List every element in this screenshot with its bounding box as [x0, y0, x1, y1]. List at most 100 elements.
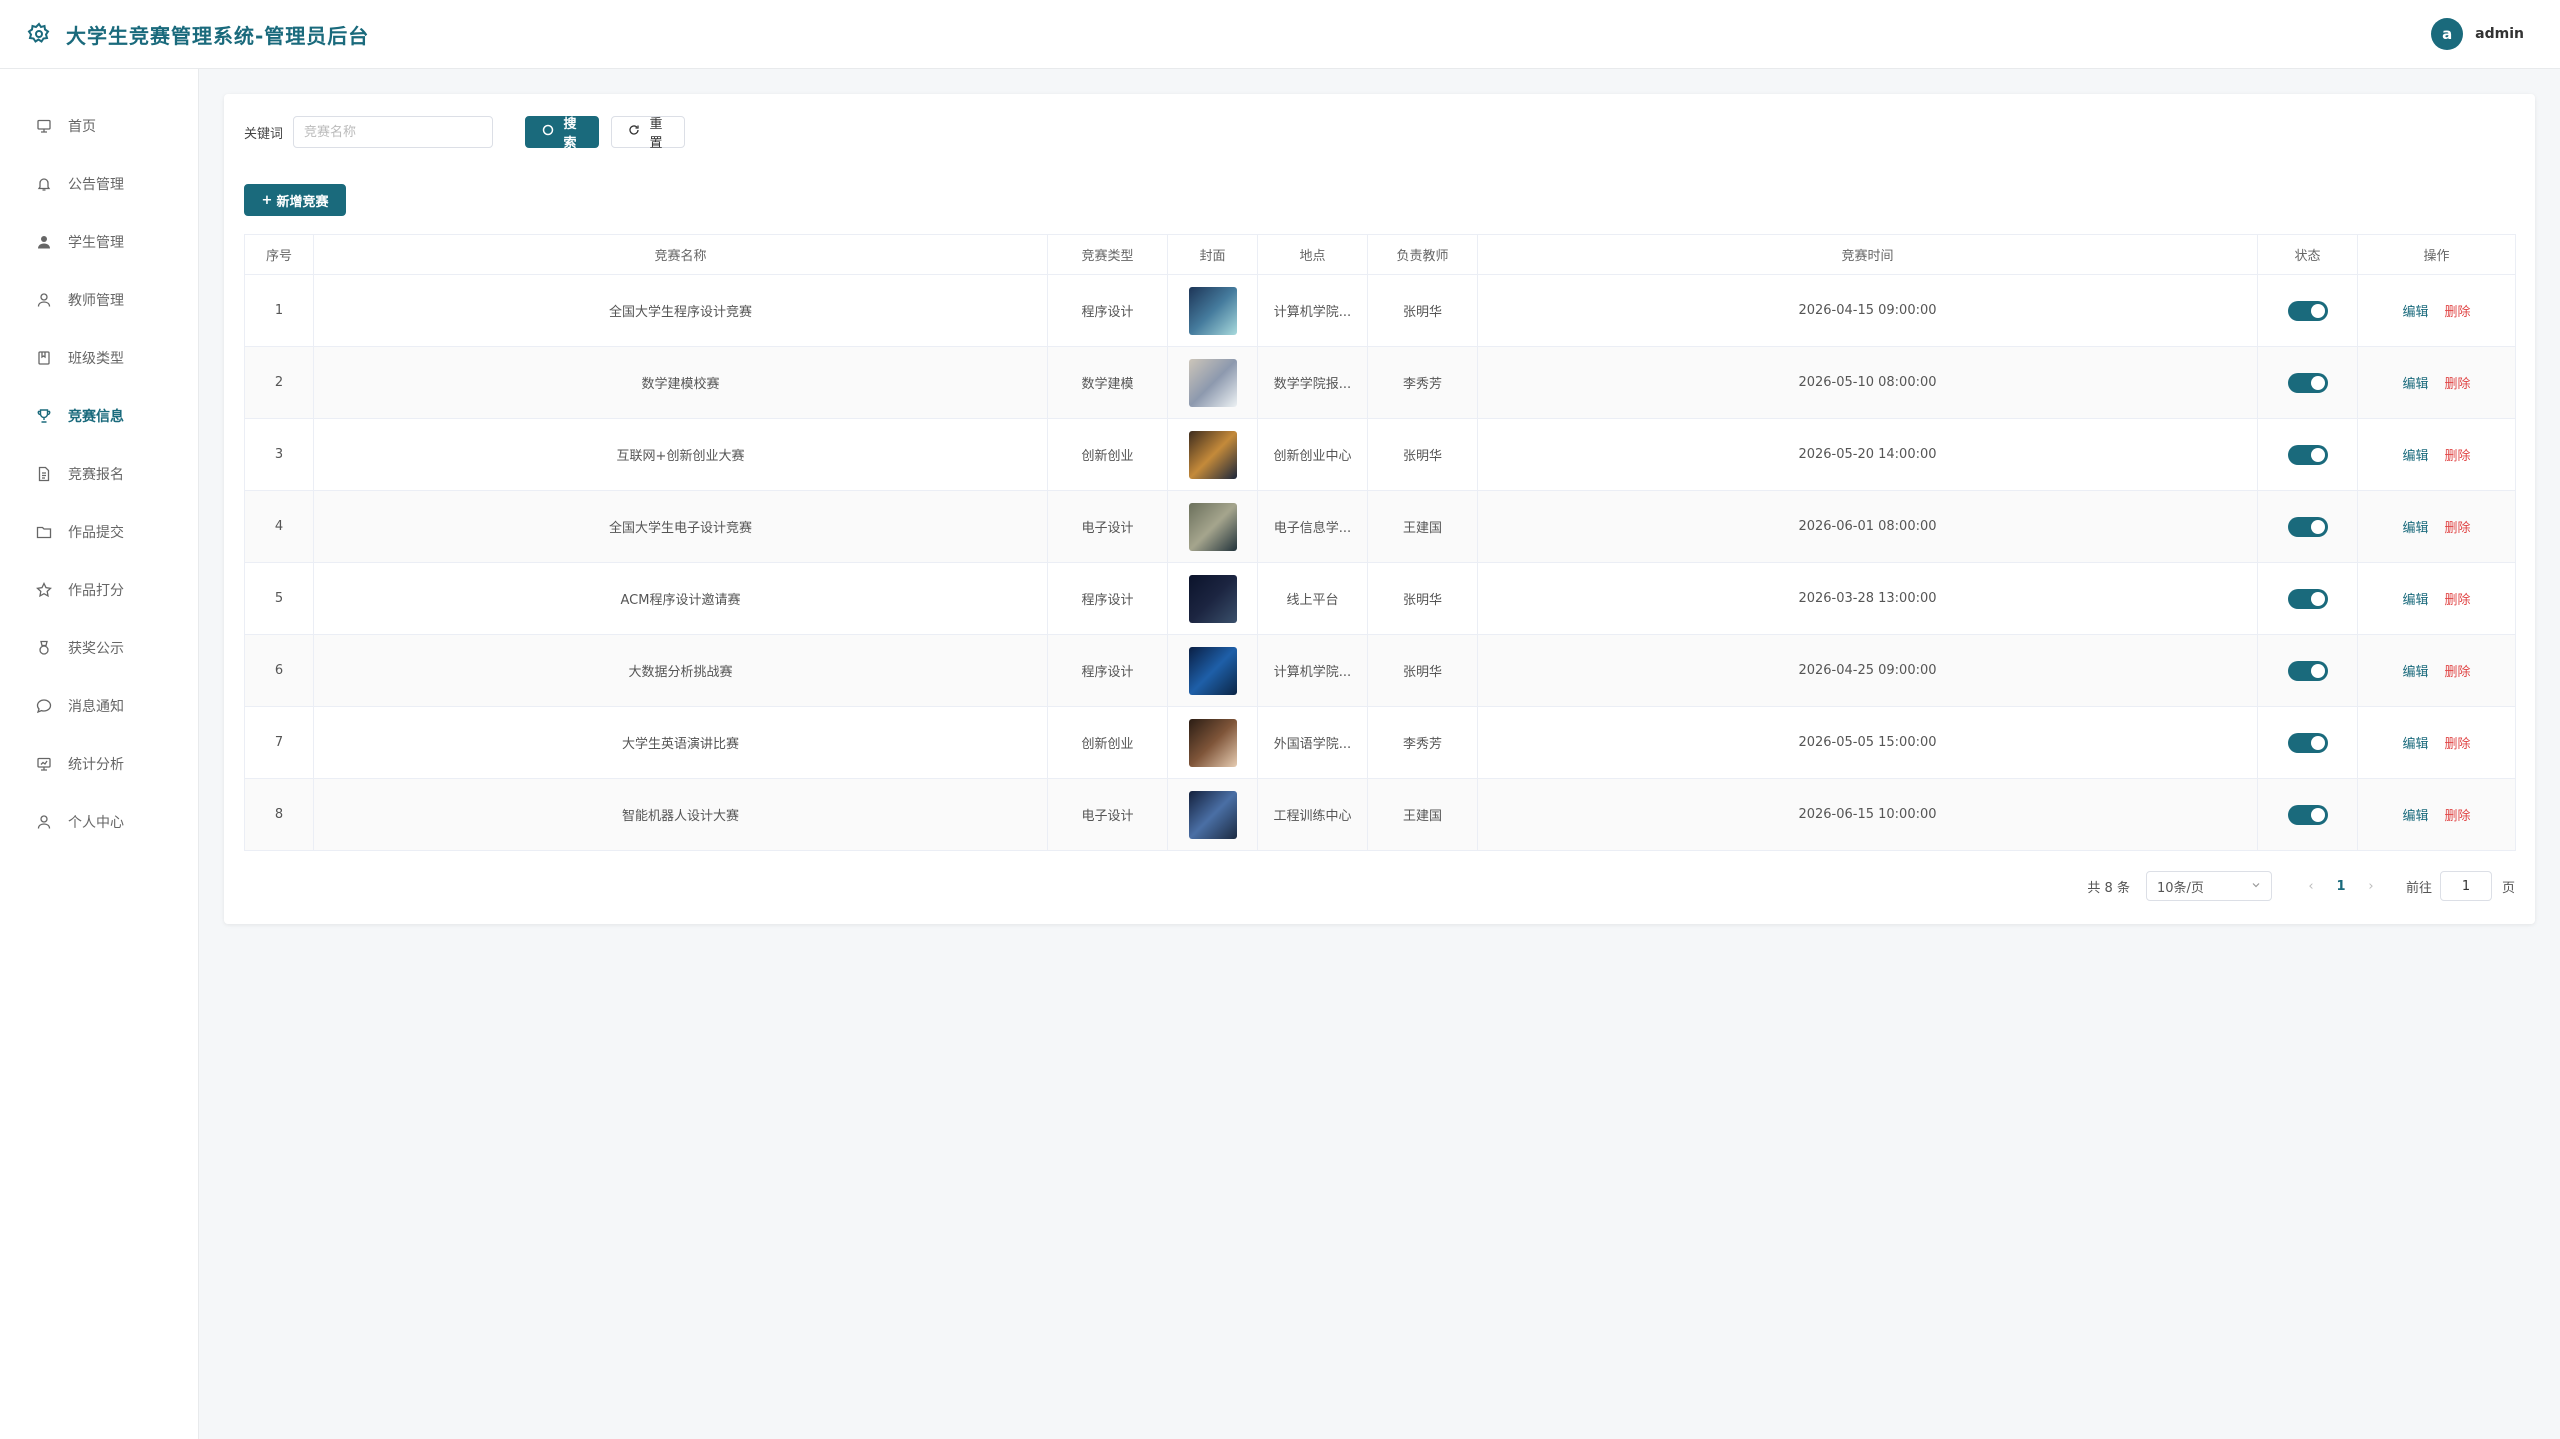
- delete-link[interactable]: 删除: [2445, 665, 2471, 680]
- status-toggle[interactable]: [2287, 444, 2328, 465]
- cell-cover: [1167, 562, 1258, 635]
- page-size-select[interactable]: 10条/页: [2145, 871, 2272, 901]
- edit-link[interactable]: 编辑: [2402, 809, 2428, 824]
- sidebar-item-registration[interactable]: 竞赛报名: [0, 445, 198, 503]
- cell-no: 6: [244, 634, 314, 707]
- cover-image[interactable]: [1188, 718, 1237, 767]
- page-number[interactable]: 1: [2326, 879, 2356, 894]
- page-unit: 页: [2501, 880, 2515, 896]
- trophy-icon: [36, 408, 52, 424]
- username[interactable]: admin: [2475, 26, 2524, 42]
- document-icon: [36, 466, 52, 482]
- delete-link[interactable]: 删除: [2445, 737, 2471, 752]
- sidebar-item-label: 公告管理: [68, 177, 124, 193]
- cell-status: [2257, 490, 2358, 563]
- edit-link[interactable]: 编辑: [2402, 305, 2428, 320]
- status-toggle[interactable]: [2287, 300, 2328, 321]
- cell-location: 计算机学院...: [1257, 274, 1368, 347]
- cell-teacher: 张明华: [1367, 634, 1478, 707]
- status-toggle[interactable]: [2287, 804, 2328, 825]
- cell-type: 程序设计: [1047, 274, 1168, 347]
- delete-link[interactable]: 删除: [2445, 809, 2471, 824]
- sidebar-item-statistics[interactable]: 统计分析: [0, 735, 198, 793]
- table-row: 8 智能机器人设计大赛 电子设计 工程训练中心 王建国 2026-06-15 10:00:…: [244, 778, 2516, 851]
- cell-name: 数学建模校赛: [313, 346, 1048, 419]
- sidebar-item-profile[interactable]: 个人中心: [0, 793, 198, 851]
- sidebar-item-home[interactable]: 首页: [0, 97, 198, 155]
- reset-button-label: 重置: [649, 117, 663, 151]
- cell-time: 2026-05-10 08:00:00: [1477, 346, 2258, 419]
- search-icon: [542, 124, 554, 140]
- delete-link[interactable]: 删除: [2445, 593, 2471, 608]
- goto-page-input[interactable]: [2439, 871, 2492, 901]
- reset-button[interactable]: 重置: [611, 116, 686, 151]
- cell-time: 2026-04-15 09:00:00: [1477, 274, 2258, 347]
- sidebar-item-announcements[interactable]: 公告管理: [0, 155, 198, 213]
- cover-image[interactable]: [1188, 502, 1237, 551]
- cover-image[interactable]: [1188, 430, 1237, 479]
- medal-icon: [36, 640, 52, 656]
- cover-image[interactable]: [1188, 790, 1237, 839]
- sidebar-item-scoring[interactable]: 作品打分: [0, 561, 198, 619]
- cell-location: 外国语学院...: [1257, 706, 1368, 779]
- status-toggle[interactable]: [2287, 660, 2328, 681]
- column-header: 封面: [1167, 234, 1258, 275]
- edit-link[interactable]: 编辑: [2402, 665, 2428, 680]
- cell-name: 大学生英语演讲比赛: [313, 706, 1048, 779]
- add-competition-button[interactable]: + 新增竞赛: [244, 184, 346, 216]
- cell-location: 计算机学院...: [1257, 634, 1368, 707]
- status-toggle[interactable]: [2287, 516, 2328, 537]
- edit-link[interactable]: 编辑: [2402, 593, 2428, 608]
- prev-page-button[interactable]: ‹: [2296, 879, 2326, 894]
- sidebar-item-awards[interactable]: 获奖公示: [0, 619, 198, 677]
- status-toggle[interactable]: [2287, 372, 2328, 393]
- keyword-label: 关键词: [244, 126, 284, 142]
- chat-icon: [36, 698, 52, 714]
- delete-link[interactable]: 删除: [2445, 449, 2471, 464]
- sidebar-item-submissions[interactable]: 作品提交: [0, 503, 198, 561]
- cell-time: 2026-03-28 13:00:00: [1477, 562, 2258, 635]
- cover-image[interactable]: [1188, 646, 1237, 695]
- delete-link[interactable]: 删除: [2445, 521, 2471, 536]
- search-input[interactable]: [293, 116, 494, 148]
- table-row: 3 互联网+创新创业大赛 创新创业 创新创业中心 张明华 2026-05-20 14:00…: [244, 418, 2516, 491]
- page-size-value: 10条/页: [2156, 880, 2204, 896]
- sidebar-item-competitions[interactable]: 竞赛信息: [0, 387, 198, 445]
- delete-link[interactable]: 删除: [2445, 305, 2471, 320]
- sidebar-item-messages[interactable]: 消息通知: [0, 677, 198, 735]
- column-header: 负责教师: [1367, 234, 1478, 275]
- cell-name: 智能机器人设计大赛: [313, 778, 1048, 851]
- cell-status: [2257, 418, 2358, 491]
- cell-time: 2026-05-05 15:00:00: [1477, 706, 2258, 779]
- edit-link[interactable]: 编辑: [2402, 377, 2428, 392]
- notebook-icon: [36, 350, 52, 366]
- status-toggle[interactable]: [2287, 588, 2328, 609]
- column-header: 地点: [1257, 234, 1368, 275]
- cell-location: 创新创业中心: [1257, 418, 1368, 491]
- search-button[interactable]: 搜索: [525, 116, 600, 151]
- cell-name: 全国大学生电子设计竞赛: [313, 490, 1048, 563]
- cell-cover: [1167, 490, 1258, 563]
- edit-link[interactable]: 编辑: [2402, 521, 2428, 536]
- cell-actions: 编辑 删除: [2357, 706, 2516, 779]
- status-toggle[interactable]: [2287, 732, 2328, 753]
- next-page-button[interactable]: ›: [2356, 879, 2386, 894]
- cell-type: 程序设计: [1047, 562, 1168, 635]
- cell-teacher: 张明华: [1367, 418, 1478, 491]
- edit-link[interactable]: 编辑: [2402, 737, 2428, 752]
- cover-image[interactable]: [1188, 358, 1237, 407]
- cell-time: 2026-04-25 09:00:00: [1477, 634, 2258, 707]
- edit-link[interactable]: 编辑: [2402, 449, 2428, 464]
- sidebar-item-label: 获奖公示: [68, 641, 124, 657]
- cover-image[interactable]: [1188, 574, 1237, 623]
- cover-image[interactable]: [1188, 286, 1237, 335]
- user-menu[interactable]: a admin: [2431, 18, 2524, 50]
- cell-name: 大数据分析挑战赛: [313, 634, 1048, 707]
- sidebar-item-class-types[interactable]: 班级类型: [0, 329, 198, 387]
- sidebar-item-students[interactable]: 学生管理: [0, 213, 198, 271]
- sidebar-item-teachers[interactable]: 教师管理: [0, 271, 198, 329]
- avatar[interactable]: a: [2431, 18, 2464, 50]
- cell-teacher: 王建国: [1367, 778, 1478, 851]
- cell-actions: 编辑 删除: [2357, 634, 2516, 707]
- delete-link[interactable]: 删除: [2445, 377, 2471, 392]
